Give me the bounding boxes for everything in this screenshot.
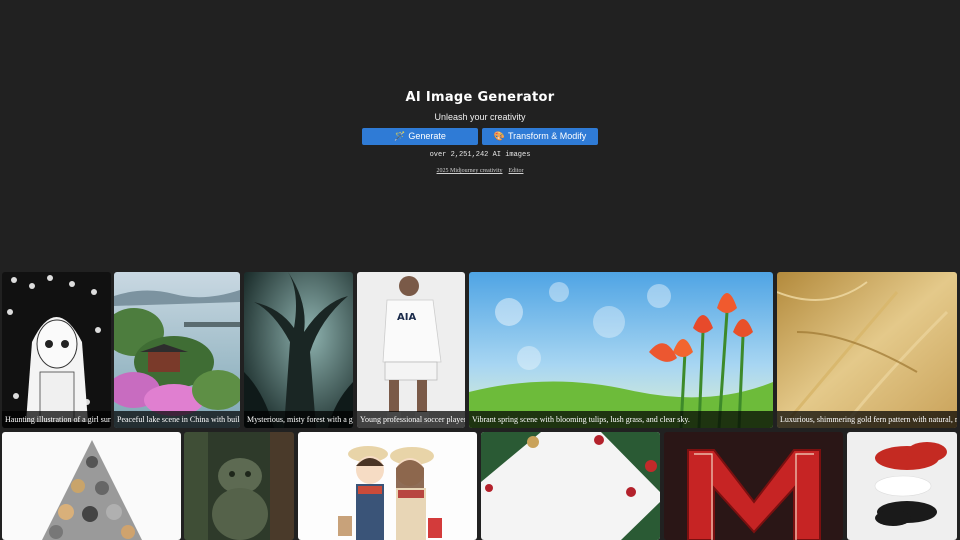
generate-button[interactable]: 🪄 Generate bbox=[362, 128, 478, 145]
transform-button-label: Transform & Modify bbox=[508, 131, 587, 141]
misty-forest-image bbox=[244, 272, 353, 428]
winter-couple-image bbox=[298, 432, 477, 540]
soccer-player-image: AIA bbox=[357, 272, 465, 428]
gallery-tile-spring-tulips[interactable]: Vibrant spring scene with blooming tulip… bbox=[469, 272, 773, 428]
image-counter: over 2,251,242 AI images bbox=[429, 151, 531, 159]
christmas-frame-image bbox=[481, 432, 660, 540]
gallery-tile-letter-m[interactable] bbox=[664, 432, 843, 540]
gallery-tile-soccer-player[interactable]: AIA Young professional soccer player bbox=[357, 272, 465, 428]
flag-clouds-image bbox=[847, 432, 957, 540]
editor-link[interactable]: Editor bbox=[509, 168, 524, 174]
gallery-tile-christmas-frame[interactable] bbox=[481, 432, 660, 540]
spring-tulips-image bbox=[469, 272, 773, 428]
tile-caption: Young professional soccer player bbox=[357, 411, 465, 428]
girl-cats-image bbox=[2, 272, 111, 428]
gallery-tile-stone-statue[interactable] bbox=[184, 432, 294, 540]
tile-caption: Mysterious, misty forest with a gnarled … bbox=[244, 411, 353, 428]
tile-caption: Luxurious, shimmering gold fern pattern … bbox=[777, 411, 957, 428]
midjourney-link[interactable]: 2025 Midjourney creativity bbox=[437, 168, 503, 174]
cat-pyramid-image bbox=[2, 432, 181, 540]
svg-text:AIA: AIA bbox=[397, 312, 416, 323]
image-gallery: Haunting illustration of a girl surround… bbox=[0, 270, 960, 540]
gallery-tile-winter-couple[interactable] bbox=[298, 432, 477, 540]
action-buttons: 🪄 Generate 🎨 Transform & Modify bbox=[0, 128, 960, 145]
gallery-tile-lake-china[interactable]: Peaceful lake scene in China with buildi… bbox=[114, 272, 240, 428]
gallery-tile-flag-clouds[interactable] bbox=[847, 432, 957, 540]
tile-caption: Haunting illustration of a girl surround… bbox=[2, 411, 111, 428]
palette-icon: 🎨 bbox=[493, 131, 506, 141]
stone-statue-image bbox=[184, 432, 294, 540]
gallery-tile-gold-fern[interactable]: Luxurious, shimmering gold fern pattern … bbox=[777, 272, 957, 428]
transform-modify-button[interactable]: 🎨 Transform & Modify bbox=[482, 128, 598, 145]
page-title: AI Image Generator bbox=[405, 90, 555, 105]
tile-caption: Peaceful lake scene in China with buildi… bbox=[114, 411, 240, 428]
tile-caption: Vibrant spring scene with blooming tulip… bbox=[469, 411, 773, 428]
wand-icon: 🪄 bbox=[394, 131, 406, 141]
footer-links: 2025 Midjourney creativity Editor bbox=[0, 168, 960, 174]
gallery-tile-cat-pyramid[interactable] bbox=[2, 432, 181, 540]
lake-china-image bbox=[114, 272, 240, 428]
page-subtitle: Unleash your creativity bbox=[434, 112, 526, 122]
hero-section: AI Image Generator Unleash your creativi… bbox=[0, 90, 960, 174]
gallery-tile-girl-cats[interactable]: Haunting illustration of a girl surround… bbox=[2, 272, 111, 428]
generate-button-label: Generate bbox=[408, 131, 446, 141]
letter-m-image bbox=[664, 432, 843, 540]
gallery-tile-misty-forest[interactable]: Mysterious, misty forest with a gnarled … bbox=[244, 272, 353, 428]
gold-fern-image bbox=[777, 272, 957, 428]
